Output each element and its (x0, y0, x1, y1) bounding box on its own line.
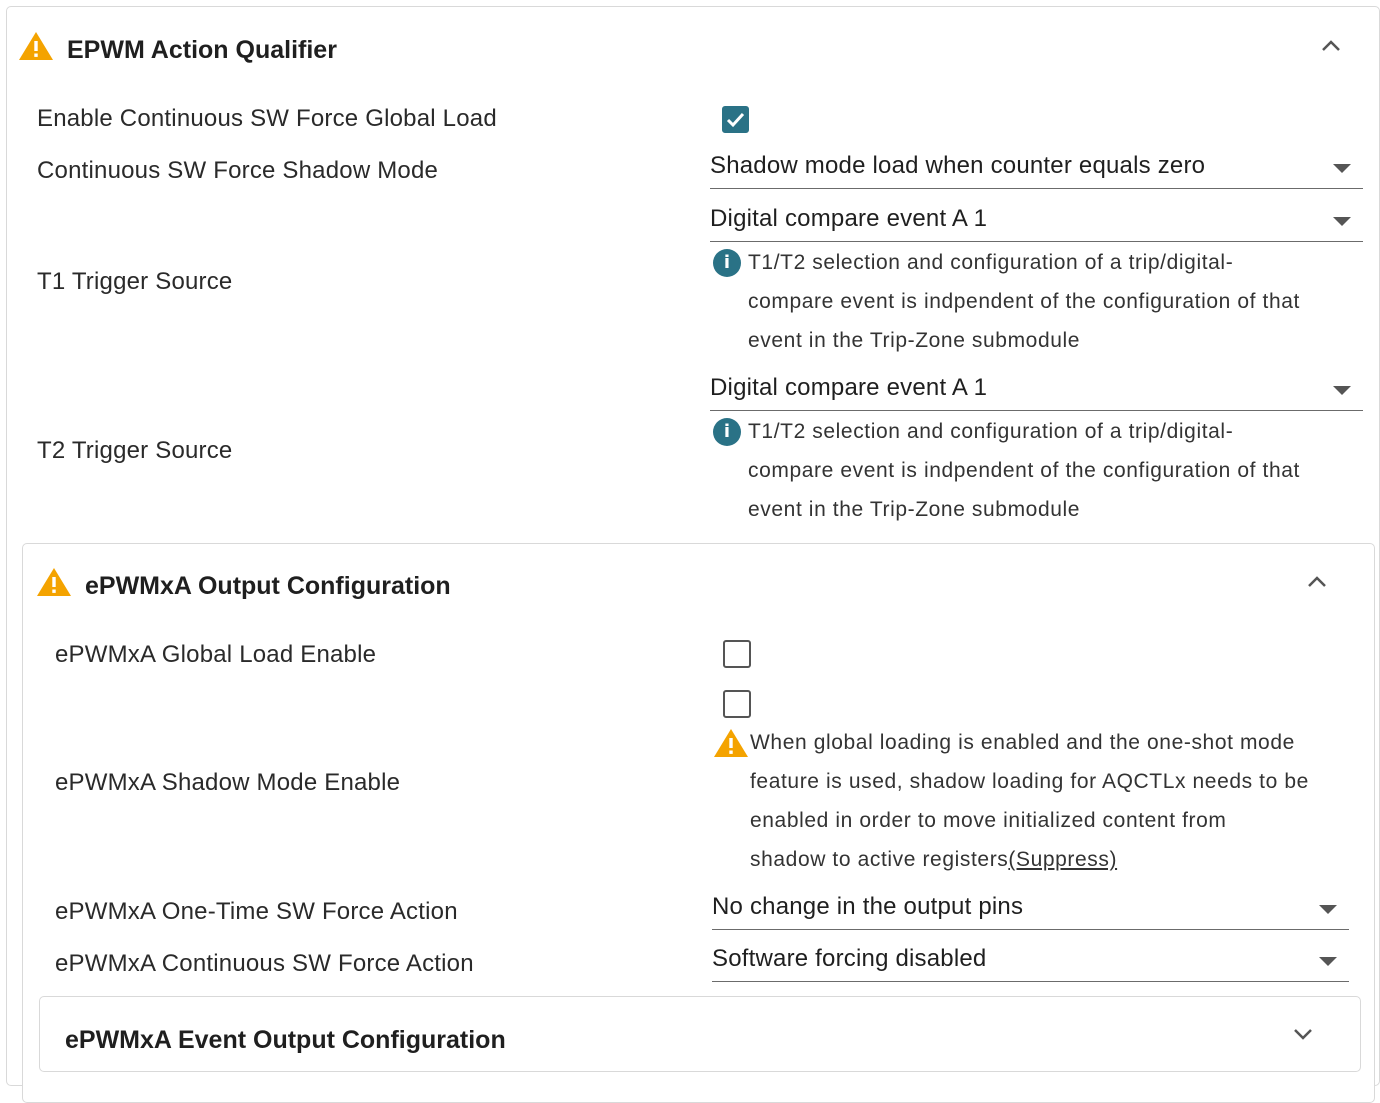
suppress-link[interactable]: (Suppress) (1008, 848, 1117, 871)
shadow-mode-label: Continuous SW Force Shadow Mode (37, 157, 439, 184)
note-line: enabled in order to move initialized con… (750, 809, 1227, 832)
t1-trigger-select[interactable]: Digital compare event A 1 (710, 203, 1363, 242)
shadow-mode-enable-label: ePWMxA Shadow Mode Enable (55, 769, 401, 796)
chevron-down-icon[interactable] (1289, 1024, 1317, 1044)
t2-trigger-note: T1/T2 selection and configuration of a t… (748, 412, 1300, 529)
section-title: ePWMxA Output Configuration (85, 572, 451, 600)
section-title: ePWMxA Event Output Configuration (65, 1026, 506, 1054)
continuous-global-load-checkbox[interactable] (722, 106, 749, 133)
note-line: compare event is indpendent of the confi… (748, 459, 1300, 482)
shadow-mode-select[interactable]: Shadow mode load when counter equals zer… (710, 150, 1363, 189)
dropdown-arrow-icon (1333, 164, 1351, 173)
t1-trigger-value: Digital compare event A 1 (710, 205, 988, 232)
info-icon: i (713, 249, 741, 277)
warning-icon (19, 32, 53, 60)
continuous-force-label: ePWMxA Continuous SW Force Action (55, 950, 474, 977)
check-icon (726, 112, 745, 128)
global-load-label: ePWMxA Global Load Enable (55, 641, 377, 668)
note-line: When global loading is enabled and the o… (750, 731, 1295, 754)
one-time-force-value: No change in the output pins (712, 893, 1024, 920)
note-line: event in the Trip-Zone submodule (748, 498, 1081, 521)
note-line: compare event is indpendent of the confi… (748, 290, 1300, 313)
dropdown-arrow-icon (1333, 217, 1351, 226)
note-line: T1/T2 selection and configuration of a t… (748, 420, 1234, 443)
chevron-up-icon[interactable] (1303, 572, 1331, 592)
t2-trigger-select[interactable]: Digital compare event A 1 (710, 372, 1363, 411)
chevron-up-icon[interactable] (1317, 36, 1345, 56)
warning-icon (714, 729, 748, 757)
note-text: shadow to active registers (750, 848, 1009, 871)
note-line: event in the Trip-Zone submodule (748, 329, 1081, 352)
one-time-force-label: ePWMxA One-Time SW Force Action (55, 898, 458, 925)
t1-trigger-label: T1 Trigger Source (37, 268, 233, 295)
global-load-checkbox[interactable] (723, 640, 751, 668)
note-line: T1/T2 selection and configuration of a t… (748, 251, 1234, 274)
dropdown-arrow-icon (1319, 957, 1337, 966)
info-icon: i (713, 418, 741, 446)
note-line: feature is used, shadow loading for AQCT… (750, 770, 1309, 793)
continuous-force-select[interactable]: Software forcing disabled (712, 943, 1349, 982)
section-title: EPWM Action Qualifier (67, 36, 337, 64)
t1-trigger-note: T1/T2 selection and configuration of a t… (748, 243, 1300, 360)
t2-trigger-label: T2 Trigger Source (37, 437, 233, 464)
dropdown-arrow-icon (1319, 905, 1337, 914)
shadow-mode-enable-checkbox[interactable] (723, 690, 751, 718)
continuous-global-load-label: Enable Continuous SW Force Global Load (37, 105, 497, 132)
continuous-force-value: Software forcing disabled (712, 945, 987, 972)
warning-icon (37, 568, 71, 596)
shadow-mode-value: Shadow mode load when counter equals zer… (710, 152, 1206, 179)
note-line: shadow to active registers(Suppress) (750, 840, 1309, 879)
t2-trigger-value: Digital compare event A 1 (710, 374, 988, 401)
one-time-force-select[interactable]: No change in the output pins (712, 891, 1349, 930)
shadow-mode-warning: When global loading is enabled and the o… (750, 723, 1309, 879)
dropdown-arrow-icon (1333, 386, 1351, 395)
